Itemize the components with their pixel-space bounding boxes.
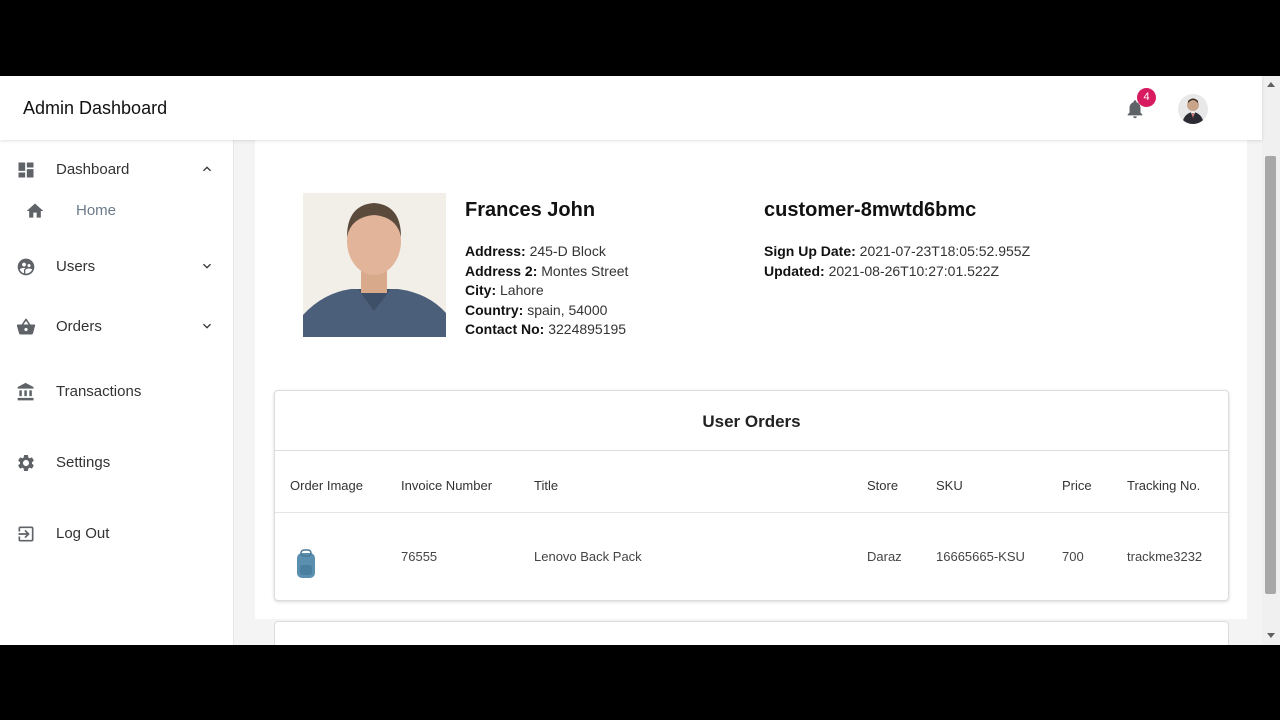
sidebar-item-settings[interactable]: Settings (0, 443, 234, 483)
city-label: City: (465, 282, 497, 298)
address2-value: Montes Street (541, 263, 629, 279)
updated-value: 2021-08-26T10:27:01.522Z (828, 263, 1000, 279)
sidebar-item-label: Log Out (56, 525, 110, 542)
scroll-up-arrow[interactable] (1267, 82, 1275, 87)
signup-label: Sign Up Date: (764, 243, 856, 259)
signup-row: Sign Up Date: 2021-07-23T18:05:52.955Z (764, 243, 1030, 259)
header-divider (275, 512, 1228, 513)
sidebar-item-home[interactable]: Home (0, 191, 234, 231)
user-orders-card: User Orders Order Image Invoice Number T… (274, 390, 1229, 601)
address2-label: Address 2: (465, 263, 538, 279)
app-bar: Admin Dashboard 4 (0, 76, 1262, 140)
avatar[interactable] (1178, 94, 1208, 124)
address-label: Address: (465, 243, 526, 259)
browser-viewport: Admin Dashboard 4 Dashboard Home Users O… (0, 76, 1280, 645)
logout-icon (18, 526, 34, 542)
city-row: City: Lahore (465, 282, 544, 298)
sidebar-item-label: Users (56, 258, 96, 275)
invoice-cell: 76555 (401, 549, 438, 564)
store-cell: Daraz (867, 549, 902, 564)
sidebar-item-label: Orders (56, 318, 102, 335)
sidebar-item-transactions[interactable]: Transactions (0, 372, 234, 412)
address-row: Address: 245-D Block (465, 243, 606, 259)
tracking-cell: trackme3232 (1127, 549, 1203, 564)
sidebar-item-orders[interactable]: Orders (0, 307, 234, 347)
updated-label: Updated: (764, 263, 825, 279)
customer-id: customer-8mwtd6bmc (764, 199, 977, 221)
title-cell: Lenovo Back Pack (534, 549, 642, 564)
sidebar-item-logout[interactable]: Log Out (0, 514, 234, 554)
sidebar-item-dashboard[interactable]: Dashboard (0, 150, 234, 190)
sidebar-item-label: Settings (56, 454, 111, 471)
person-photo-icon (303, 193, 446, 337)
chevron-down-icon[interactable] (199, 318, 215, 334)
column-header: Price (1062, 478, 1092, 493)
sidebar: Dashboard Home Users Orders Transactions… (0, 140, 234, 645)
home-icon (26, 203, 44, 218)
sidebar-item-label: Home (76, 202, 117, 219)
column-header: Invoice Number (401, 478, 493, 493)
country-label: Country: (465, 302, 524, 318)
country-value: spain, 54000 (527, 302, 608, 318)
price-cell: 700 (1062, 549, 1084, 564)
updated-row: Updated: 2021-08-26T10:27:01.522Z (764, 263, 999, 279)
profile-photo (303, 193, 446, 337)
chevron-down-icon[interactable] (199, 258, 215, 274)
signup-value: 2021-07-23T18:05:52.955Z (859, 243, 1031, 259)
app-title: Admin Dashboard (23, 98, 168, 118)
contact-label: Contact No: (465, 321, 545, 337)
gear-icon (18, 455, 34, 471)
column-header: Title (534, 478, 559, 493)
user-avatar-icon (1182, 98, 1204, 124)
sku-cell: 16665665-KSU (936, 549, 1025, 564)
users-icon (17, 258, 35, 276)
contact-value: 3224895195 (548, 321, 627, 337)
customer-name: Frances John (465, 199, 596, 221)
sidebar-item-users[interactable]: Users (0, 247, 234, 287)
country-row: Country: spain, 54000 (465, 302, 607, 318)
chevron-up-icon[interactable] (199, 161, 215, 177)
sidebar-item-label: Dashboard (56, 161, 130, 178)
notification-badge: 4 (1137, 88, 1156, 107)
basket-icon (16, 318, 36, 335)
dashboard-icon (18, 162, 34, 178)
column-header: Tracking No. (1127, 478, 1201, 493)
column-header: Order Image (290, 478, 363, 493)
contact-row: Contact No: 3224895195 (465, 321, 626, 337)
city-value: Lahore (500, 282, 544, 298)
address-value: 245-D Block (529, 243, 606, 259)
column-header: Store (867, 478, 899, 493)
scroll-down-arrow[interactable] (1267, 633, 1275, 638)
orders-title: User Orders (275, 391, 1228, 451)
scrollbar[interactable] (1262, 76, 1280, 645)
address2-row: Address 2: Montes Street (465, 263, 628, 279)
backpack-icon (297, 549, 315, 578)
scrollbar-thumb[interactable] (1265, 156, 1276, 594)
next-card (274, 621, 1229, 645)
bank-icon (17, 382, 34, 401)
sidebar-item-label: Transactions (56, 383, 142, 400)
column-header: SKU (936, 478, 963, 493)
